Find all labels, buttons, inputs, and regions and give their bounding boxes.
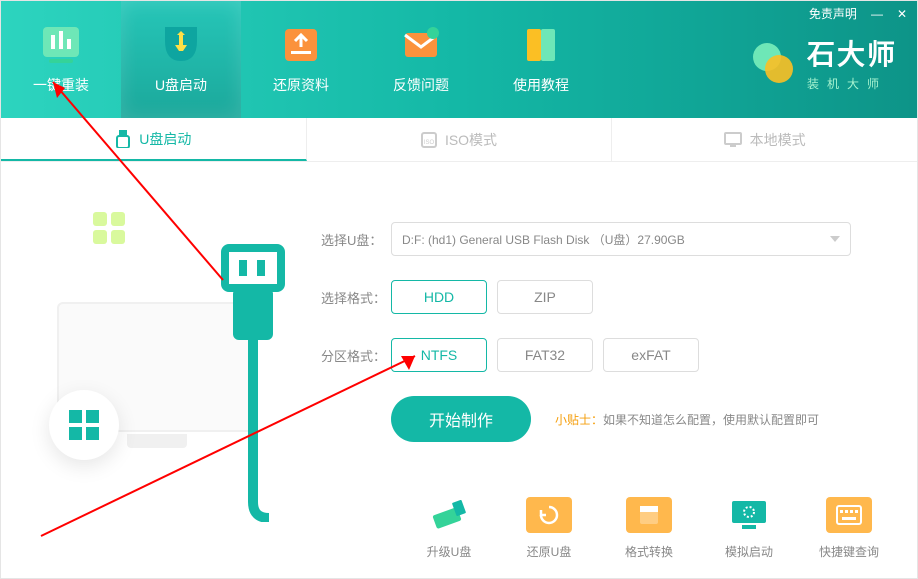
chevron-down-icon [830, 236, 840, 242]
tool-strip: 升级U盘 还原U盘 格式转换 模拟启动 [411, 497, 887, 560]
start-button[interactable]: 开始制作 [391, 396, 531, 442]
usb-icon [115, 130, 131, 148]
brand-subtitle: 装机大师 [807, 75, 897, 92]
format-label: 选择格式： [321, 288, 391, 307]
nav-restore[interactable]: 还原资料 [241, 1, 361, 118]
tab-label: U盘启动 [139, 129, 191, 149]
usb-dropdown[interactable]: D:F: (hd1) General USB Flash Disk （U盘）27… [391, 222, 851, 256]
tool-hotkey-query[interactable]: 快捷键查询 [811, 497, 887, 560]
tool-simulate-boot[interactable]: 模拟启动 [711, 497, 787, 560]
format-convert-icon [626, 497, 672, 533]
topbar: 免责声明 — ✕ 一键重装 U盘启动 还原资料 [1, 1, 917, 118]
feedback-icon [397, 25, 445, 65]
brand-title: 石大师 [807, 33, 897, 73]
action-row: 开始制作 小贴士：如果不知道怎么配置，使用默认配置即可 [391, 396, 887, 442]
tab-label: ISO模式 [445, 130, 497, 150]
nav-reinstall[interactable]: 一键重装 [1, 1, 121, 118]
format-zip[interactable]: ZIP [497, 280, 593, 314]
tip-text: 小贴士：如果不知道怎么配置，使用默认配置即可 [555, 411, 819, 428]
usb-label: 选择U盘： [321, 230, 391, 249]
nav-label: 反馈问题 [393, 75, 449, 95]
tool-label: 快捷键查询 [819, 543, 879, 560]
nav-tutorial[interactable]: 使用教程 [481, 1, 601, 118]
tab-local-mode[interactable]: 本地模式 [612, 118, 917, 161]
tool-label: 还原U盘 [527, 543, 572, 560]
tool-label: 模拟启动 [725, 543, 773, 560]
nav-usb-boot[interactable]: U盘启动 [121, 1, 241, 118]
tab-iso-mode[interactable]: ISO ISO模式 [307, 118, 613, 161]
titlebar: 免责声明 — ✕ [809, 5, 907, 22]
partition-fat32[interactable]: FAT32 [497, 338, 593, 372]
decorative-panel [1, 162, 301, 578]
windows-icon [67, 408, 101, 442]
tool-restore-usb[interactable]: 还原U盘 [511, 497, 587, 560]
partition-label: 分区格式： [321, 346, 391, 365]
svg-text:ISO: ISO [424, 140, 435, 146]
main-content: 选择U盘： D:F: (hd1) General USB Flash Disk … [1, 162, 917, 578]
tutorial-icon [517, 25, 565, 65]
tab-label: 本地模式 [750, 130, 806, 150]
row-select-usb: 选择U盘： D:F: (hd1) General USB Flash Disk … [321, 222, 887, 256]
restore-icon [277, 25, 325, 65]
usb-cable-icon [189, 242, 319, 522]
usb-selected-value: D:F: (hd1) General USB Flash Disk （U盘）27… [402, 231, 685, 248]
tool-label: 格式转换 [625, 543, 673, 560]
tool-format-convert[interactable]: 格式转换 [611, 497, 687, 560]
row-select-format: 选择格式： HDD ZIP [321, 280, 887, 314]
tool-upgrade-usb[interactable]: 升级U盘 [411, 497, 487, 560]
restore-usb-icon [526, 497, 572, 533]
row-partition-format: 分区格式： NTFS FAT32 exFAT [321, 338, 887, 372]
monitor-icon [724, 132, 742, 148]
windows-decor-icon [89, 208, 129, 248]
format-hdd[interactable]: HDD [391, 280, 487, 314]
tip-body: 如果不知道怎么配置，使用默认配置即可 [603, 413, 819, 427]
minimize-button[interactable]: — [871, 7, 883, 21]
brand: 石大师 装机大师 [749, 33, 897, 92]
nav-label: U盘启动 [155, 75, 207, 95]
hotkey-icon [826, 497, 872, 533]
reinstall-icon [37, 25, 85, 65]
nav-feedback[interactable]: 反馈问题 [361, 1, 481, 118]
nav-label: 一键重装 [33, 75, 89, 95]
nav-label: 使用教程 [513, 75, 569, 95]
nav-label: 还原资料 [273, 75, 329, 95]
app-window: 免责声明 — ✕ 一键重装 U盘启动 还原资料 [0, 0, 918, 579]
tip-label: 小贴士： [555, 413, 603, 427]
decor-windows-badge [49, 390, 119, 460]
brand-logo-icon [749, 39, 797, 87]
tab-usb-boot[interactable]: U盘启动 [1, 118, 307, 161]
usb-boot-icon [157, 25, 205, 65]
main-nav: 一键重装 U盘启动 还原资料 反馈问题 [1, 1, 601, 118]
subtabs: U盘启动 ISO ISO模式 本地模式 [1, 118, 917, 162]
partition-exfat[interactable]: exFAT [603, 338, 699, 372]
tool-label: 升级U盘 [427, 543, 472, 560]
close-button[interactable]: ✕ [897, 7, 907, 21]
iso-icon: ISO [421, 132, 437, 148]
simulate-boot-icon [726, 497, 772, 533]
partition-ntfs[interactable]: NTFS [391, 338, 487, 372]
disclaimer-link[interactable]: 免责声明 [809, 5, 857, 22]
upgrade-usb-icon [426, 497, 472, 533]
